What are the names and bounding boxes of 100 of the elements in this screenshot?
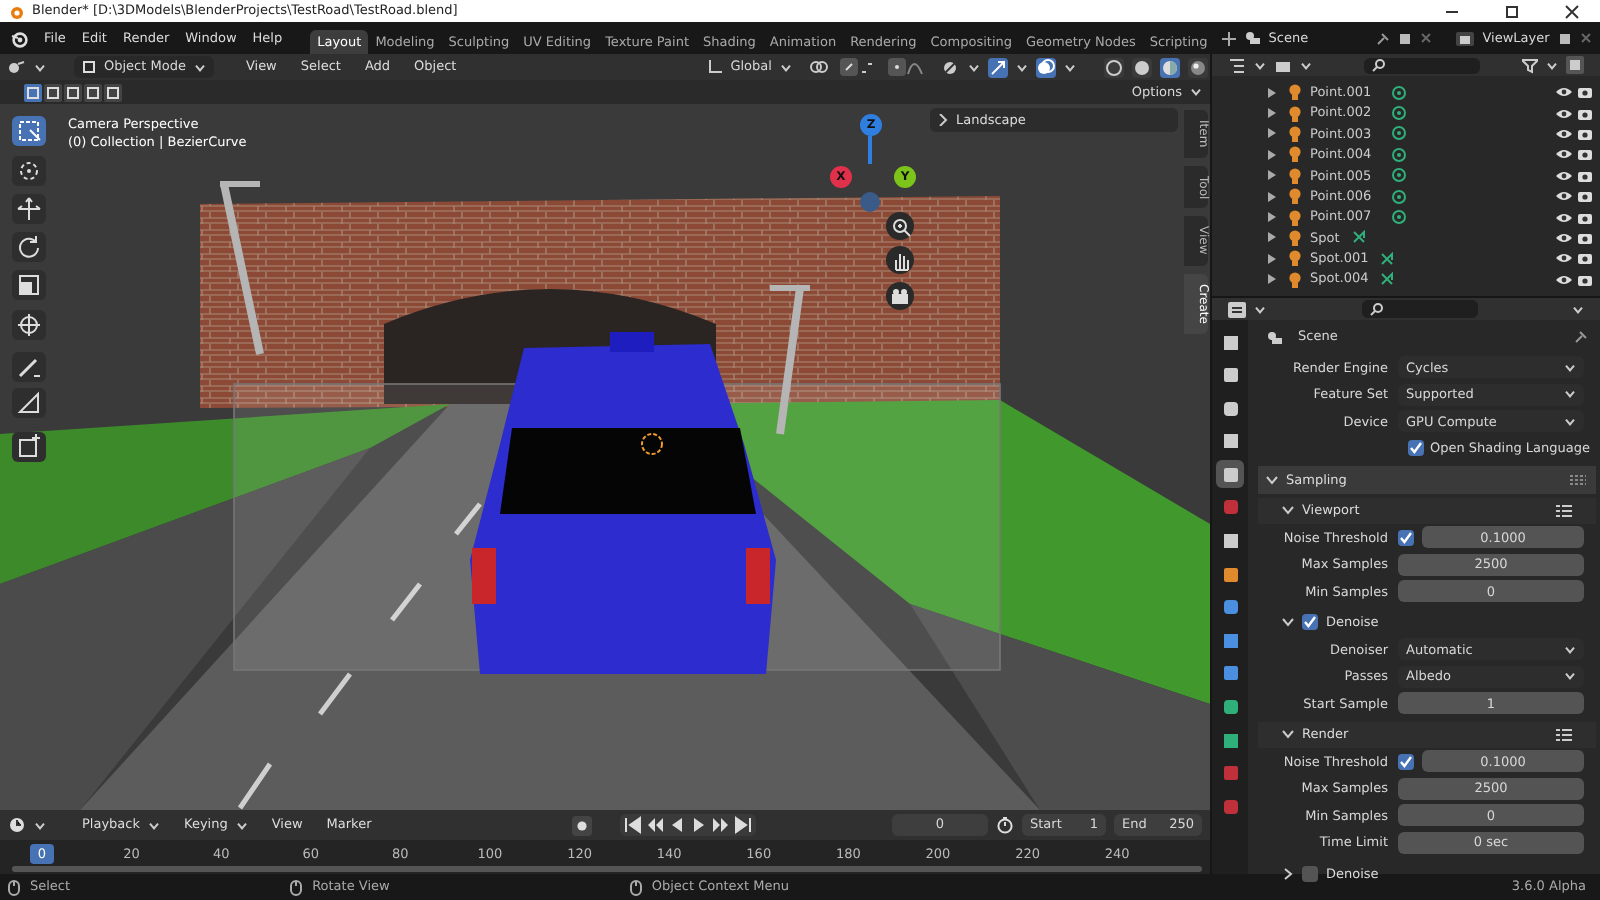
pin-icon[interactable] [1376, 31, 1391, 45]
selection-mode-icon[interactable] [84, 83, 102, 101]
filter-collections-icon[interactable] [1274, 57, 1292, 73]
add-workspace-icon[interactable] [1222, 31, 1237, 45]
previous-keyframe-icon[interactable] [645, 816, 664, 834]
copy-icon[interactable] [1398, 31, 1413, 45]
pin-icon[interactable] [1574, 330, 1588, 344]
ruler-tool[interactable] [12, 388, 46, 418]
zoom-icon[interactable] [889, 215, 911, 237]
checkbox[interactable] [1408, 440, 1424, 457]
rotate-icon [16, 234, 42, 260]
panel-chevron-icon [1266, 473, 1278, 486]
hand-icon[interactable] [889, 249, 911, 271]
visibility-toggle-icon[interactable] [939, 57, 960, 77]
overlay-toggle-icon[interactable] [1035, 57, 1056, 77]
gizmo-toggle-icon[interactable] [987, 57, 1008, 77]
camera-icon[interactable] [889, 285, 911, 307]
mouse-icon [629, 879, 642, 895]
solid-shading-icon[interactable] [1131, 57, 1152, 77]
subpanel-toggle[interactable] [1282, 867, 1294, 880]
eye-icon[interactable] [1556, 252, 1572, 265]
select-box-tool[interactable] [12, 116, 46, 146]
new-collection-icon[interactable] [1566, 56, 1584, 74]
properties-search-field[interactable] [1362, 300, 1478, 318]
cursor-tool[interactable] [12, 156, 46, 186]
jump-start-icon[interactable] [623, 816, 642, 834]
checkmark-icon [1408, 440, 1424, 457]
scene-icon[interactable] [1244, 30, 1261, 46]
eye-icon[interactable] [1556, 231, 1572, 244]
filter-icon[interactable] [1522, 57, 1538, 73]
eye-icon[interactable] [1556, 169, 1572, 182]
camera-icon[interactable] [1578, 273, 1592, 286]
properties-editor-icon[interactable] [1228, 301, 1246, 317]
selection-mode-icon[interactable] [104, 83, 122, 101]
camera-icon[interactable] [1578, 127, 1592, 140]
camera-icon[interactable] [1578, 148, 1592, 161]
eye-icon[interactable] [1556, 107, 1572, 120]
maximize-icon[interactable] [1504, 3, 1520, 19]
camera-icon[interactable] [1578, 190, 1592, 203]
material-shading-icon[interactable] [1159, 57, 1180, 77]
selection-mode-icon[interactable] [64, 83, 82, 101]
drag-handle-icon[interactable] [1570, 473, 1586, 486]
timeline-scrollbar[interactable] [12, 866, 1202, 871]
wireframe-shading-icon[interactable] [1103, 57, 1124, 77]
dropdown-caret-icon [1063, 63, 1076, 71]
view-layer-icon[interactable] [1456, 31, 1475, 45]
checkbox[interactable] [1398, 753, 1414, 770]
pencil-tool[interactable] [12, 352, 46, 382]
list-icon[interactable] [1556, 727, 1572, 742]
light-bulb-icon [1288, 188, 1302, 205]
rendered-shading-icon[interactable] [1187, 57, 1208, 77]
move-icon [16, 196, 42, 222]
subpanel-toggle[interactable] [1282, 616, 1294, 629]
camera-icon[interactable] [1578, 169, 1592, 182]
camera-icon[interactable] [1578, 252, 1592, 265]
jump-end-icon[interactable] [733, 816, 752, 834]
close-icon[interactable] [1564, 3, 1580, 19]
stopwatch-icon[interactable] [996, 816, 1014, 834]
copy-icon[interactable] [1558, 31, 1572, 45]
mouse-icon [290, 879, 303, 895]
light-bulb-icon [1288, 271, 1302, 288]
checkbox[interactable] [1302, 614, 1318, 631]
rotate-tool[interactable] [12, 232, 46, 262]
camera-icon[interactable] [1578, 86, 1592, 99]
checkbox[interactable] [1398, 529, 1414, 546]
next-keyframe-icon[interactable] [711, 816, 730, 834]
selection-mode-icon[interactable] [24, 83, 42, 101]
list-icon[interactable] [1556, 503, 1572, 518]
panel-chevron-icon [1282, 867, 1294, 880]
selection-mode-icon[interactable] [44, 83, 62, 101]
properties-tab[interactable] [1216, 460, 1244, 489]
eye-icon[interactable] [1556, 190, 1572, 203]
play-icon[interactable] [689, 816, 708, 834]
transform-tool[interactable] [12, 310, 46, 340]
play-reverse-icon[interactable] [667, 816, 686, 834]
outliner-search-field[interactable] [1364, 57, 1480, 73]
editor-type-icon[interactable] [8, 59, 26, 75]
point-light-icon [1391, 168, 1406, 183]
add-cube-tool[interactable] [12, 432, 46, 462]
dropdown-caret-icon [148, 821, 161, 829]
move-tool[interactable] [12, 194, 46, 224]
select-box-icon [16, 118, 42, 144]
camera-icon[interactable] [1578, 107, 1592, 120]
point-light-icon [1391, 126, 1406, 141]
camera-icon[interactable] [1578, 231, 1592, 244]
dropdown-caret-icon [1564, 645, 1576, 654]
eye-icon[interactable] [1556, 211, 1572, 224]
eye-icon[interactable] [1556, 273, 1572, 286]
scale-tool[interactable] [12, 270, 46, 300]
eye-icon[interactable] [1556, 127, 1572, 140]
eye-icon[interactable] [1556, 86, 1572, 99]
eye-icon[interactable] [1556, 148, 1572, 161]
proportional-icon[interactable] [887, 58, 924, 76]
camera-icon[interactable] [1578, 211, 1592, 224]
record-button-icon[interactable] [571, 815, 592, 835]
checkbox[interactable] [1302, 865, 1318, 882]
clock-icon[interactable] [8, 816, 26, 834]
ruler-icon [16, 390, 42, 416]
pivot-icon[interactable] [807, 60, 832, 74]
display-mode-icon[interactable] [1228, 57, 1246, 73]
